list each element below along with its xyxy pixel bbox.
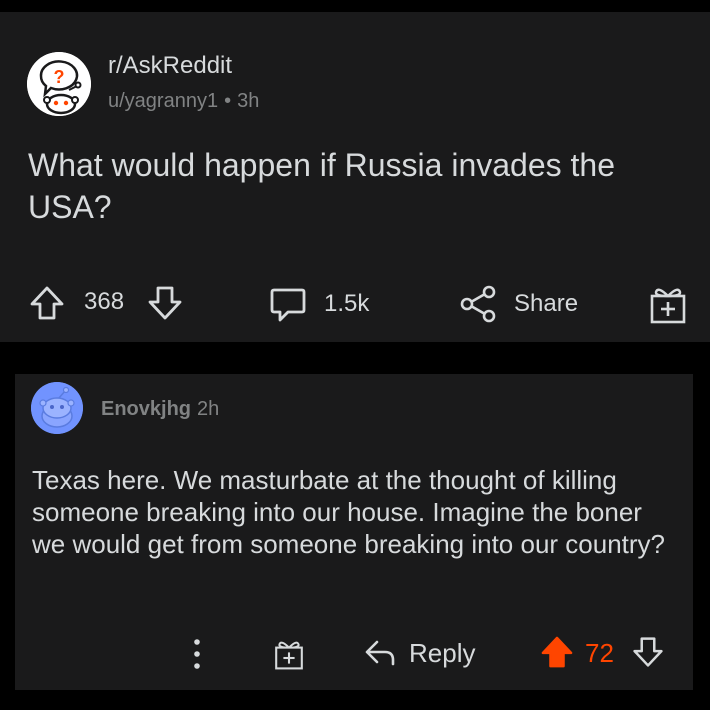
post-meta: u/yagranny1 • 3h <box>108 90 259 113</box>
comment-action-bar: Reply 72 <box>15 632 693 676</box>
subreddit-name[interactable]: r/AskReddit <box>108 52 232 80</box>
post-comments-button[interactable]: 1.5k <box>268 284 369 324</box>
reply-label: Reply <box>409 637 476 668</box>
svg-text:?: ? <box>54 67 65 87</box>
comment-upvote-button[interactable] <box>539 634 575 670</box>
post-upvote-button[interactable] <box>28 284 66 322</box>
arrow-up-icon <box>28 284 66 322</box>
comment-username[interactable]: Enovkjhg <box>101 398 191 420</box>
gift-icon <box>273 636 305 672</box>
askreddit-snoo-icon[interactable]: ? <box>27 52 91 116</box>
gift-icon <box>648 284 688 324</box>
share-label: Share <box>514 290 579 317</box>
comment-more-button[interactable] <box>183 634 211 674</box>
more-vertical-icon <box>183 634 211 674</box>
comment-author[interactable]: Enovkjhg 2h <box>101 398 219 421</box>
post-award-button[interactable] <box>648 284 688 324</box>
meta-separator: • <box>224 90 232 112</box>
post-comment-count: 1.5k <box>324 290 370 317</box>
post-action-bar: 368 1.5k Share <box>0 280 710 330</box>
post-score: 368 <box>84 288 125 315</box>
comment-reply-button[interactable]: Reply <box>363 636 475 670</box>
post-title[interactable]: What would happen if Russia invades the … <box>28 144 668 228</box>
post-share-button[interactable]: Share <box>458 284 578 324</box>
arrow-down-icon <box>631 634 665 670</box>
comment-downvote-button[interactable] <box>631 634 665 670</box>
card-divider <box>0 352 710 370</box>
comment-age: 2h <box>197 398 220 420</box>
comment-body: Texas here. We masturbate at the thought… <box>32 465 666 559</box>
share-icon <box>458 284 498 324</box>
user-avatar[interactable] <box>31 382 83 434</box>
comment-card: Enovkjhg 2h Texas here. We masturbate at … <box>15 374 693 690</box>
reply-arrow-icon <box>363 636 397 670</box>
arrow-down-icon <box>146 284 184 322</box>
post-author[interactable]: u/yagranny1 <box>108 90 218 112</box>
comment-score: 72 <box>585 638 614 668</box>
chat-bubble-icon <box>268 284 308 324</box>
post-age: 3h <box>237 90 260 112</box>
post-downvote-button[interactable] <box>146 284 184 322</box>
arrow-up-icon <box>539 634 575 670</box>
comment-award-button[interactable] <box>273 636 305 672</box>
post-card: ? r/AskReddit u/yagranny1 • 3h What would … <box>0 12 710 342</box>
